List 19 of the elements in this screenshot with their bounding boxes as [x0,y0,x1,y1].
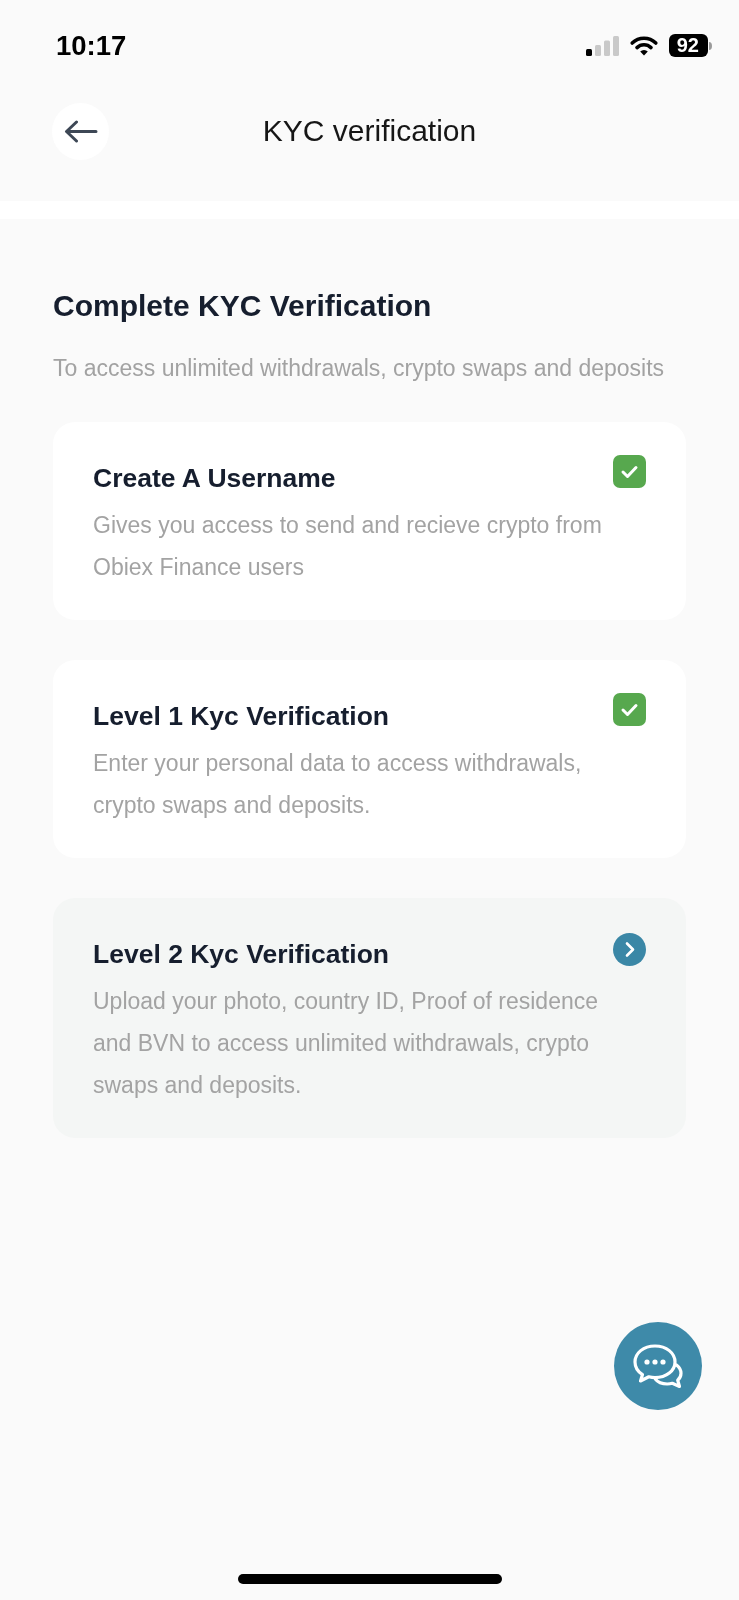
step-title: Create A Username [93,461,336,494]
back-arrow-icon [63,119,98,143]
step-description: Upload your photo, country ID, Proof of residence and BVN to access unlimited withdrawals, crypto swaps and deposits. [93,986,599,1100]
section-heading: Complete KYC Verification [53,287,432,324]
step-description: Enter your personal data to access withdrawals, crypto swaps and deposits. [93,748,583,820]
section-subtitle: To access unlimited withdrawals, crypto swaps and deposits [53,353,665,382]
status-time: 10:17 [56,31,127,60]
step-card[interactable]: Level 1 Kyc Verification Enter your personal data to access withdrawals, crypto swaps and deposits. [53,659,686,858]
step-card[interactable]: Create A Username Gives you access to send and recieve crypto from Obiex Finance users [53,421,686,620]
wifi-icon [628,35,659,56]
step-title: Level 2 Kyc Verification [93,937,390,970]
step-card[interactable]: Level 2 Kyc Verification Upload your photo, country ID, Proof of residence and BVN to access unlimited withdrawals, crypto swaps and deposits. [53,897,686,1138]
battery-cap-icon [709,41,712,50]
battery-level: 92 [668,34,708,57]
page-title: KYC verification [262,113,477,149]
chat-bubbles-icon [632,1342,684,1390]
step-description: Gives you access to send and recieve crypto from Obiex Finance users [93,510,603,582]
step-title: Level 1 Kyc Verification [93,699,390,732]
signal-icon [585,35,619,56]
